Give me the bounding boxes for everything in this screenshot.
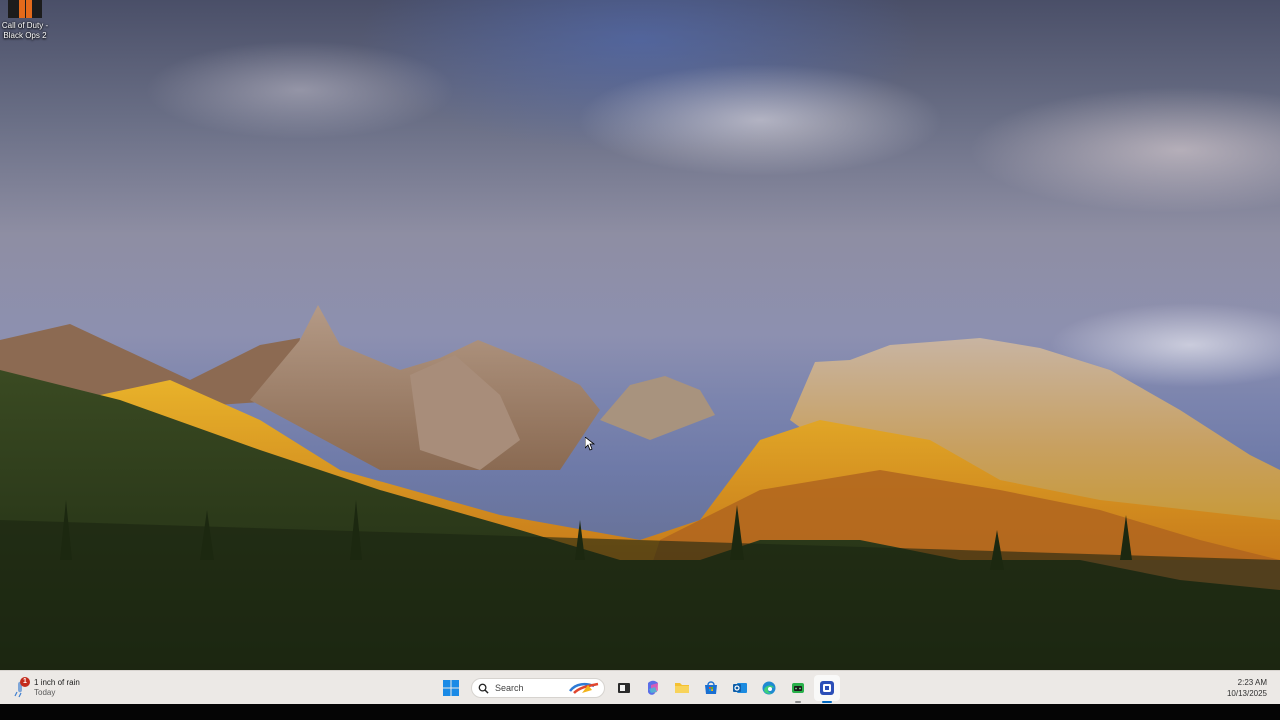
notification-badge: 1 [20,677,30,687]
desktop-shortcut-label: Call of Duty - Black Ops 2 [1,21,49,40]
desktop-shortcut-black-ops-2[interactable]: Call of Duty - Black Ops 2 [0,0,50,41]
taskbar-clock[interactable]: 2:23 AM 10/13/2025 [1227,677,1267,699]
outlook-button[interactable] [727,675,753,701]
android-icon [792,683,804,693]
active-app-button[interactable] [814,675,840,703]
task-view-button[interactable] [611,675,637,701]
rain-icon: 1 [12,677,30,698]
file-explorer-button[interactable] [669,675,695,701]
search-icon [478,683,489,694]
mouse-cursor-icon [585,437,595,451]
search-highlight-icon [569,682,599,694]
black-ops-2-icon [8,0,42,18]
copilot-icon [648,680,658,695]
store-icon [705,681,717,694]
windows-start-icon [443,680,459,696]
weather-title: 1 inch of rain [34,678,80,687]
desktop-wallpaper [0,0,1280,670]
android-app-button[interactable] [785,675,811,703]
taskbar: 1 1 inch of rain Today Search 2:23 AM 10… [0,670,1280,705]
folder-icon [675,683,689,693]
edge-icon [762,681,776,695]
wallpaper-mountain-landscape [0,305,1280,670]
microsoft-store-button[interactable] [698,675,724,701]
clock-date: 10/13/2025 [1226,689,1267,698]
weather-subtitle: Today [34,688,56,697]
app-icon [820,681,834,695]
copilot-button[interactable] [640,675,666,701]
taskbar-center-group: Search [438,675,843,703]
outlook-icon [733,683,747,693]
start-button[interactable] [438,675,464,701]
task-view-icon [618,683,630,693]
clock-time: 2:23 AM [1237,678,1267,687]
taskbar-search-box[interactable]: Search [471,678,605,698]
search-placeholder: Search [495,683,524,693]
screen-bottom-border [0,704,1280,720]
edge-button[interactable] [756,675,782,701]
weather-widget[interactable]: 1 1 inch of rain Today [12,676,80,700]
